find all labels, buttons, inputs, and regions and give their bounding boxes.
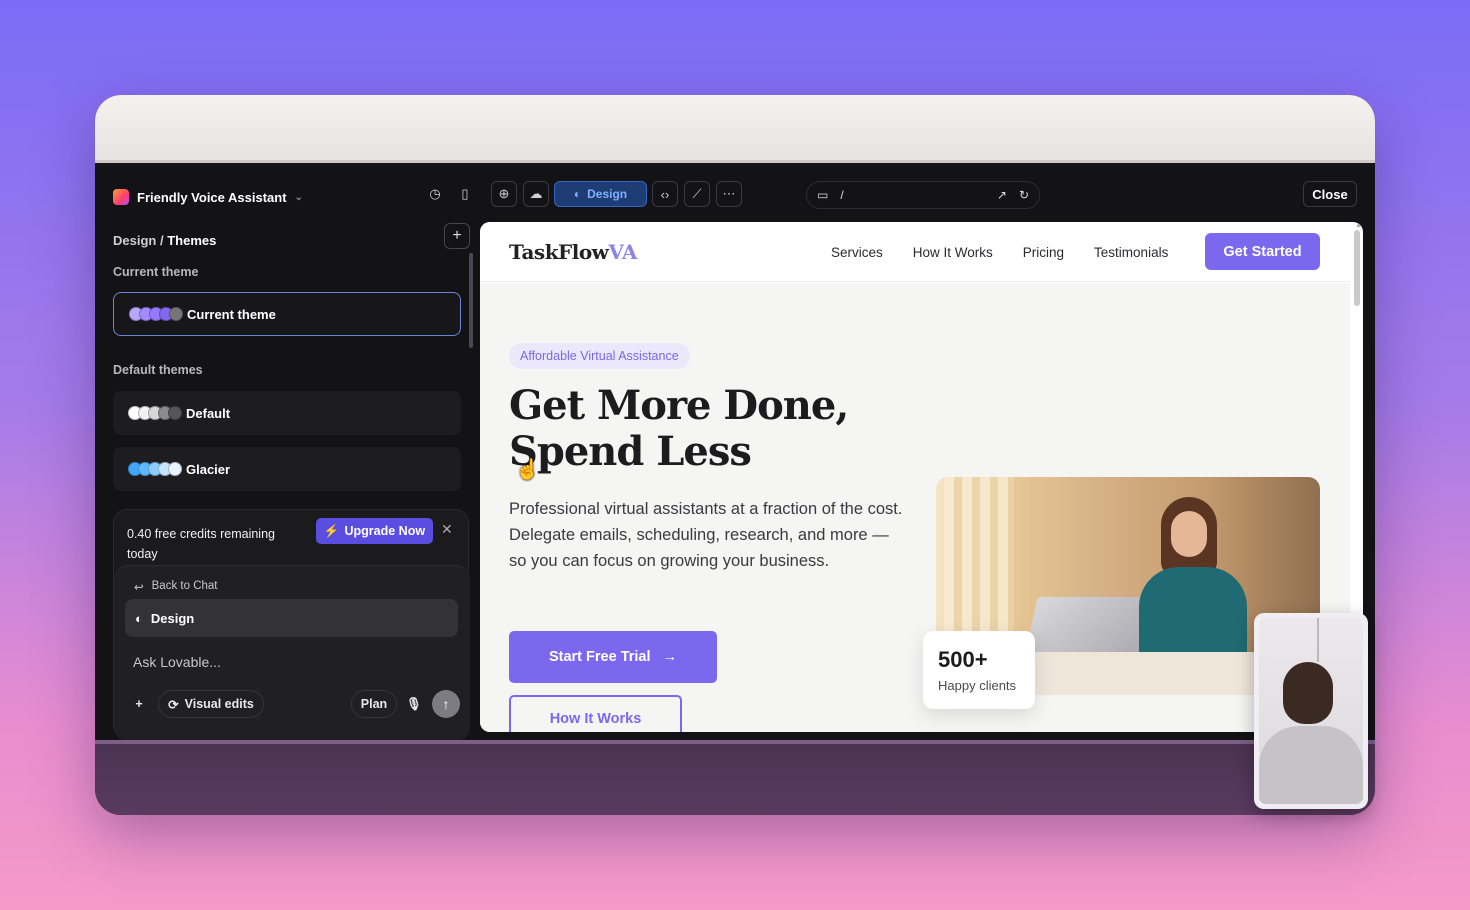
credits-text: 0.40 free credits remaining today bbox=[127, 527, 275, 561]
sidebar-toggle-icon[interactable]: ▯ bbox=[452, 181, 478, 207]
mouse-cursor-icon: ☝ bbox=[515, 459, 540, 481]
nav-link-testimonials[interactable]: Testimonials bbox=[1094, 245, 1168, 260]
microphone-icon[interactable]: 🎙 bbox=[402, 690, 426, 718]
breadcrumb-separator: / bbox=[159, 233, 164, 248]
window-title-area bbox=[95, 95, 1375, 163]
webcam-video bbox=[1259, 618, 1363, 804]
visual-edits-label: Visual edits bbox=[184, 697, 254, 711]
breadcrumb-themes: Themes bbox=[167, 233, 217, 248]
theme-swatches bbox=[128, 406, 182, 420]
chat-input[interactable]: Ask Lovable... bbox=[133, 654, 221, 670]
get-started-button[interactable]: Get Started bbox=[1205, 233, 1320, 270]
history-icon[interactable]: ◷ bbox=[422, 181, 448, 207]
theme-label: Current theme bbox=[187, 306, 276, 322]
design-mode-button[interactable]: ◐ Design bbox=[554, 181, 647, 207]
bolt-icon: ⚡ bbox=[323, 523, 340, 538]
hero-section: Affordable Virtual Assistance Get More D… bbox=[480, 283, 1350, 732]
theme-default[interactable]: Default bbox=[113, 391, 461, 435]
chat-toolbar: + ⟳ Visual edits Plan 🎙 ↑ bbox=[125, 690, 460, 718]
color-swatch bbox=[168, 406, 182, 420]
start-free-trial-button[interactable]: Start Free Trial → bbox=[509, 631, 717, 683]
code-icon[interactable]: ‹› bbox=[652, 181, 678, 207]
project-switcher[interactable]: Friendly Voice Assistant ⌄ bbox=[113, 189, 303, 205]
hero-badge: Affordable Virtual Assistance bbox=[509, 343, 690, 369]
more-icon[interactable]: ⋯ bbox=[716, 181, 742, 207]
add-theme-button[interactable]: + bbox=[444, 223, 470, 249]
panel-scrollbar[interactable] bbox=[469, 253, 473, 348]
lovable-logo-icon bbox=[113, 189, 129, 205]
stat-card: 500+ Happy clients bbox=[923, 631, 1035, 709]
stat-label: Happy clients bbox=[938, 678, 1017, 693]
nav-link-pricing[interactable]: Pricing bbox=[1023, 245, 1064, 260]
palette-icon: ◐ bbox=[135, 610, 143, 626]
url-path: / bbox=[840, 188, 844, 202]
analytics-icon[interactable]: ⟋ bbox=[684, 181, 710, 207]
current-theme-card[interactable]: Current theme bbox=[113, 292, 461, 336]
chat-composer: ↩ Back to Chat ◐ Design Ask Lovable... +… bbox=[114, 565, 470, 741]
editor-app: Friendly Voice Assistant ⌄ ◷ ▯ ⊕ ☁ ◐ Des… bbox=[95, 167, 1375, 741]
color-swatch bbox=[168, 462, 182, 476]
upgrade-label: Upgrade Now bbox=[344, 524, 426, 538]
hero-description: Professional virtual assistants at a fra… bbox=[509, 500, 903, 570]
theme-label: Glacier bbox=[186, 461, 231, 477]
cloud-icon[interactable]: ☁ bbox=[523, 181, 549, 207]
cta-label: Start Free Trial bbox=[548, 649, 651, 665]
color-swatch bbox=[169, 307, 183, 321]
plan-button[interactable]: Plan bbox=[351, 690, 397, 718]
window-bottom-area bbox=[95, 740, 1375, 815]
breadcrumb-design[interactable]: Design bbox=[113, 233, 156, 248]
device-icon[interactable]: ▭ bbox=[817, 188, 828, 202]
site-nav-links: Services How It Works Pricing Testimonia… bbox=[831, 245, 1168, 260]
open-external-icon[interactable]: ↗ bbox=[997, 188, 1007, 202]
visual-edits-icon: ⟳ bbox=[168, 697, 179, 712]
breadcrumb: Design / Themes bbox=[113, 233, 216, 248]
preview-url-bar[interactable]: ▭ / ↗ ↻ bbox=[806, 181, 1040, 209]
add-attachment-button[interactable]: + bbox=[125, 690, 153, 718]
design-mode-label: Design bbox=[587, 187, 628, 201]
top-bar: Friendly Voice Assistant ⌄ ◷ ▯ ⊕ ☁ ◐ Des… bbox=[95, 167, 1375, 223]
brand-accent: VA bbox=[608, 240, 637, 264]
design-chip-label: Design bbox=[150, 610, 195, 626]
design-mode-chip[interactable]: ◐ Design bbox=[125, 599, 458, 637]
project-name: Friendly Voice Assistant bbox=[137, 189, 287, 205]
how-it-works-button[interactable]: How It Works bbox=[509, 695, 682, 732]
upgrade-button[interactable]: ⚡ Upgrade Now bbox=[316, 518, 433, 544]
globe-icon[interactable]: ⊕ bbox=[491, 181, 517, 207]
credits-banner: 0.40 free credits remaining today ⚡ Upgr… bbox=[113, 509, 470, 741]
send-button[interactable]: ↑ bbox=[432, 690, 460, 718]
visual-edits-button[interactable]: ⟳ Visual edits bbox=[158, 690, 264, 718]
scroll-up-icon[interactable]: ▲ bbox=[1355, 222, 1362, 229]
undo-arrow-icon: ↩ bbox=[134, 582, 144, 594]
app-window: Friendly Voice Assistant ⌄ ◷ ▯ ⊕ ☁ ◐ Des… bbox=[95, 95, 1375, 815]
nav-link-how-it-works[interactable]: How It Works bbox=[913, 245, 993, 260]
back-to-chat-link[interactable]: ↩ Back to Chat bbox=[134, 580, 217, 594]
close-icon[interactable]: ✕ bbox=[441, 521, 453, 538]
theme-glacier[interactable]: Glacier bbox=[113, 447, 461, 491]
site-logo[interactable]: TaskFlowVA bbox=[509, 240, 637, 264]
brand-main: TaskFlow bbox=[509, 240, 609, 264]
stat-number: 500+ bbox=[938, 647, 988, 672]
preview-scrollbar[interactable] bbox=[1354, 230, 1360, 306]
theme-swatches bbox=[128, 462, 182, 476]
default-themes-heading: Default themes bbox=[113, 363, 203, 377]
chevron-down-icon: ⌄ bbox=[294, 191, 303, 203]
themes-panel: Design / Themes + Current theme Current … bbox=[95, 223, 478, 741]
nav-link-services[interactable]: Services bbox=[831, 245, 883, 260]
palette-icon: ◐ bbox=[573, 187, 582, 201]
theme-label: Default bbox=[186, 405, 231, 421]
theme-swatches bbox=[129, 307, 183, 321]
current-theme-heading: Current theme bbox=[113, 265, 199, 279]
back-label: Back to Chat bbox=[151, 580, 218, 592]
site-navbar: TaskFlowVA Services How It Works Pricing… bbox=[480, 222, 1350, 282]
close-button[interactable]: Close bbox=[1303, 181, 1357, 207]
site-preview: TaskFlowVA Services How It Works Pricing… bbox=[480, 222, 1363, 732]
webcam-overlay bbox=[1254, 613, 1368, 809]
arrow-right-icon: → bbox=[662, 649, 678, 665]
refresh-icon[interactable]: ↻ bbox=[1019, 188, 1029, 202]
hero-headline: Get More Done, Spend Less bbox=[509, 382, 849, 475]
